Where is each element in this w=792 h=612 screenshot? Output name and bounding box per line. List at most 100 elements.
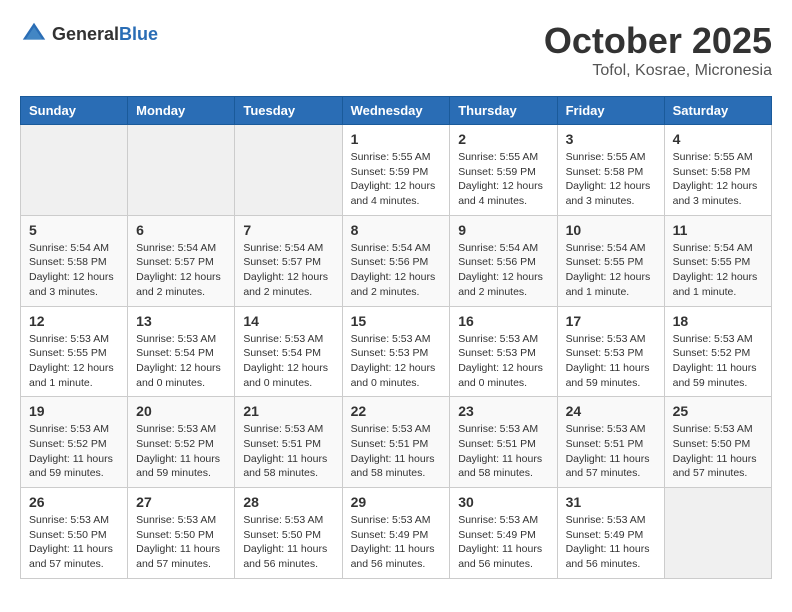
day-number: 5 (29, 222, 119, 238)
day-number: 27 (136, 494, 226, 510)
calendar-cell: 19Sunrise: 5:53 AM Sunset: 5:52 PM Dayli… (21, 397, 128, 488)
day-number: 31 (566, 494, 656, 510)
day-info: Sunrise: 5:53 AM Sunset: 5:52 PM Dayligh… (29, 422, 119, 481)
calendar-cell: 2Sunrise: 5:55 AM Sunset: 5:59 PM Daylig… (450, 125, 557, 216)
day-number: 11 (673, 222, 763, 238)
calendar-cell: 20 Sunrise: 5:53 AM Sunset: 5:52 PM Dayli… (128, 397, 235, 488)
day-info: Sunrise: 5:54 AM Sunset: 5:55 PM Dayligh… (566, 241, 656, 300)
calendar-cell: 5 Sunrise: 5:54 AM Sunset: 5:58 PM Daylig… (21, 215, 128, 306)
calendar-week-row: 1 Sunrise: 5:55 AM Sunset: 5:59 PM Daylig… (21, 125, 772, 216)
calendar-table: SundayMondayTuesdayWednesdayThursdayFrid… (20, 96, 772, 579)
day-info: Sunrise: 5:53 AM Sunset: 5:50 PM Dayligh… (136, 513, 226, 572)
day-info: Sunrise: 5:53 AM Sunset: 5:53 PM Dayligh… (566, 332, 656, 391)
calendar-cell: 30Sunrise: 5:53 AM Sunset: 5:49 PM Dayli… (450, 488, 557, 579)
day-number: 2 (458, 131, 548, 147)
calendar-cell: 10 Sunrise: 5:54 AM Sunset: 5:55 PM Dayli… (557, 215, 664, 306)
calendar-cell: 24 Sunrise: 5:53 AM Sunset: 5:51 PM Dayli… (557, 397, 664, 488)
day-number: 16 (458, 313, 548, 329)
day-number: 14 (243, 313, 333, 329)
calendar-cell: 16 Sunrise: 5:53 AM Sunset: 5:53 PM Dayli… (450, 306, 557, 397)
day-info: Sunrise: 5:54 AM Sunset: 5:56 PM Dayligh… (351, 241, 442, 300)
logo-general-text: General (52, 24, 119, 44)
day-info: Sunrise: 5:53 AM Sunset: 5:54 PM Dayligh… (136, 332, 226, 391)
calendar-cell: 29 Sunrise: 5:53 AM Sunset: 5:49 PM Dayli… (342, 488, 450, 579)
day-number: 3 (566, 131, 656, 147)
day-number: 26 (29, 494, 119, 510)
day-number: 25 (673, 403, 763, 419)
day-info: Sunrise: 5:54 AM Sunset: 5:56 PM Dayligh… (458, 241, 548, 300)
calendar-cell: 15Sunrise: 5:53 AM Sunset: 5:53 PM Dayli… (342, 306, 450, 397)
calendar-cell: 6 Sunrise: 5:54 AM Sunset: 5:57 PM Daylig… (128, 215, 235, 306)
calendar-cell: 12 Sunrise: 5:53 AM Sunset: 5:55 PM Dayli… (21, 306, 128, 397)
day-info: Sunrise: 5:53 AM Sunset: 5:49 PM Dayligh… (566, 513, 656, 572)
calendar-cell: 3 Sunrise: 5:55 AM Sunset: 5:58 PM Daylig… (557, 125, 664, 216)
calendar-header-row: SundayMondayTuesdayWednesdayThursdayFrid… (21, 97, 772, 125)
calendar-cell: 25Sunrise: 5:53 AM Sunset: 5:50 PM Dayli… (664, 397, 771, 488)
calendar-cell: 13 Sunrise: 5:53 AM Sunset: 5:54 PM Dayli… (128, 306, 235, 397)
weekday-header: Saturday (664, 97, 771, 125)
day-number: 13 (136, 313, 226, 329)
day-info: Sunrise: 5:53 AM Sunset: 5:49 PM Dayligh… (351, 513, 442, 572)
day-info: Sunrise: 5:53 AM Sunset: 5:53 PM Dayligh… (458, 332, 548, 391)
day-info: Sunrise: 5:53 AM Sunset: 5:51 PM Dayligh… (351, 422, 442, 481)
day-info: Sunrise: 5:53 AM Sunset: 5:52 PM Dayligh… (673, 332, 763, 391)
calendar-cell: 8 Sunrise: 5:54 AM Sunset: 5:56 PM Daylig… (342, 215, 450, 306)
calendar-week-row: 12 Sunrise: 5:53 AM Sunset: 5:55 PM Dayli… (21, 306, 772, 397)
calendar-cell: 27 Sunrise: 5:53 AM Sunset: 5:50 PM Dayli… (128, 488, 235, 579)
calendar-cell: 28Sunrise: 5:53 AM Sunset: 5:50 PM Dayli… (235, 488, 342, 579)
calendar-cell: 1 Sunrise: 5:55 AM Sunset: 5:59 PM Daylig… (342, 125, 450, 216)
calendar-cell: 21 Sunrise: 5:53 AM Sunset: 5:51 PM Dayli… (235, 397, 342, 488)
location-title: Tofol, Kosrae, Micronesia (544, 62, 772, 80)
day-info: Sunrise: 5:54 AM Sunset: 5:58 PM Dayligh… (29, 241, 119, 300)
day-info: Sunrise: 5:54 AM Sunset: 5:55 PM Dayligh… (673, 241, 763, 300)
weekday-header: Tuesday (235, 97, 342, 125)
day-number: 20 (136, 403, 226, 419)
weekday-header: Thursday (450, 97, 557, 125)
calendar-cell: 18 Sunrise: 5:53 AM Sunset: 5:52 PM Dayli… (664, 306, 771, 397)
day-number: 10 (566, 222, 656, 238)
logo-icon (20, 20, 48, 48)
calendar-week-row: 19Sunrise: 5:53 AM Sunset: 5:52 PM Dayli… (21, 397, 772, 488)
calendar-cell: 7 Sunrise: 5:54 AM Sunset: 5:57 PM Daylig… (235, 215, 342, 306)
day-info: Sunrise: 5:53 AM Sunset: 5:51 PM Dayligh… (243, 422, 333, 481)
day-info: Sunrise: 5:54 AM Sunset: 5:57 PM Dayligh… (136, 241, 226, 300)
page-header: GeneralBlue October 2025 Tofol, Kosrae, … (20, 20, 772, 80)
title-section: October 2025 Tofol, Kosrae, Micronesia (544, 20, 772, 80)
day-info: Sunrise: 5:55 AM Sunset: 5:58 PM Dayligh… (566, 150, 656, 209)
calendar-cell (664, 488, 771, 579)
day-number: 6 (136, 222, 226, 238)
logo-blue-text: Blue (119, 24, 158, 44)
day-number: 28 (243, 494, 333, 510)
day-number: 29 (351, 494, 442, 510)
calendar-cell (128, 125, 235, 216)
day-info: Sunrise: 5:55 AM Sunset: 5:58 PM Dayligh… (673, 150, 763, 209)
day-number: 23 (458, 403, 548, 419)
day-info: Sunrise: 5:53 AM Sunset: 5:50 PM Dayligh… (29, 513, 119, 572)
calendar-week-row: 26 Sunrise: 5:53 AM Sunset: 5:50 PM Dayli… (21, 488, 772, 579)
day-number: 24 (566, 403, 656, 419)
day-info: Sunrise: 5:53 AM Sunset: 5:49 PM Dayligh… (458, 513, 548, 572)
day-number: 15 (351, 313, 442, 329)
day-info: Sunrise: 5:55 AM Sunset: 5:59 PM Dayligh… (351, 150, 442, 209)
day-number: 7 (243, 222, 333, 238)
calendar-cell: 11 Sunrise: 5:54 AM Sunset: 5:55 PM Dayli… (664, 215, 771, 306)
calendar-cell: 17 Sunrise: 5:53 AM Sunset: 5:53 PM Dayli… (557, 306, 664, 397)
day-info: Sunrise: 5:54 AM Sunset: 5:57 PM Dayligh… (243, 241, 333, 300)
weekday-header: Wednesday (342, 97, 450, 125)
calendar-cell (21, 125, 128, 216)
month-title: October 2025 (544, 20, 772, 62)
day-number: 17 (566, 313, 656, 329)
day-number: 8 (351, 222, 442, 238)
day-number: 1 (351, 131, 442, 147)
calendar-cell: 4 Sunrise: 5:55 AM Sunset: 5:58 PM Daylig… (664, 125, 771, 216)
day-number: 22 (351, 403, 442, 419)
weekday-header: Sunday (21, 97, 128, 125)
day-number: 4 (673, 131, 763, 147)
day-info: Sunrise: 5:53 AM Sunset: 5:52 PM Dayligh… (136, 422, 226, 481)
day-info: Sunrise: 5:53 AM Sunset: 5:51 PM Dayligh… (566, 422, 656, 481)
calendar-cell: 23Sunrise: 5:53 AM Sunset: 5:51 PM Dayli… (450, 397, 557, 488)
day-number: 12 (29, 313, 119, 329)
day-info: Sunrise: 5:53 AM Sunset: 5:55 PM Dayligh… (29, 332, 119, 391)
day-number: 21 (243, 403, 333, 419)
day-number: 18 (673, 313, 763, 329)
